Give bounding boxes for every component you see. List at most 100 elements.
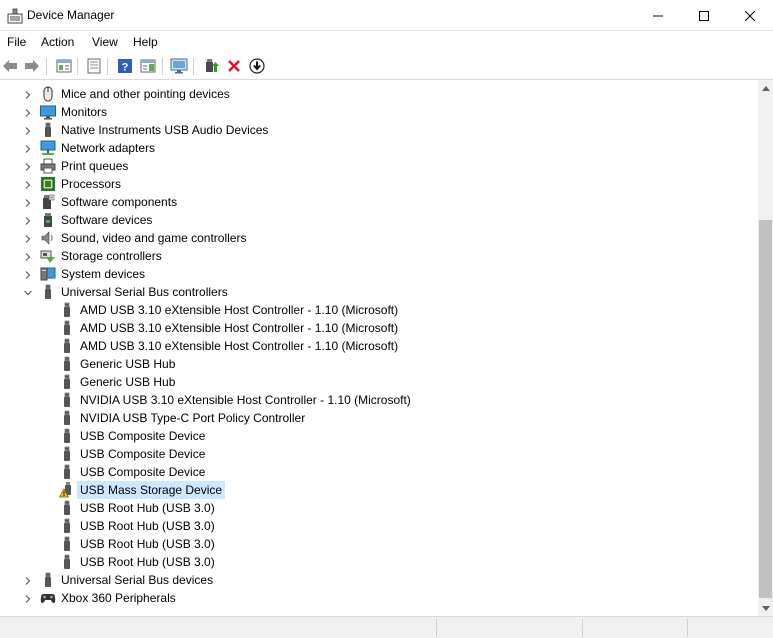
svg-text:?: ? [122,62,129,74]
tree-category[interactable]: Mice and other pointing devices [0,85,758,103]
expand-chevron-right-icon[interactable] [23,575,33,585]
expand-chevron-right-icon[interactable] [23,143,33,153]
close-icon [745,10,755,21]
scan-hardware-button[interactable] [170,57,188,75]
console-tree-icon [56,59,72,73]
usb-plug-icon [40,122,56,138]
expand-chevron-right-icon[interactable] [23,179,33,189]
tree-device[interactable]: Generic USB Hub [0,355,758,373]
tree-category[interactable]: Software components [0,193,758,211]
forward-button[interactable] [23,57,41,75]
usb-plug-icon [40,284,56,300]
menu-bar: File Action View Help [0,31,773,53]
tree-device[interactable]: AMD USB 3.10 eXtensible Host Controller … [0,301,758,319]
close-button[interactable] [727,0,773,31]
expand-chevron-right-icon[interactable] [23,125,33,135]
monitor-scan-icon [170,58,188,74]
expand-chevron-right-icon[interactable] [23,161,33,171]
tree-item-label: Universal Serial Bus controllers [61,285,228,299]
tree-item-label: Software devices [61,213,153,227]
expand-chevron-right-icon[interactable] [23,593,33,603]
tree-category[interactable]: Native Instruments USB Audio Devices [0,121,758,139]
tree-item-label: Xbox 360 Peripherals [61,591,176,605]
action-pane-button[interactable] [139,57,157,75]
tree-device[interactable]: AMD USB 3.10 eXtensible Host Controller … [0,319,758,337]
uninstall-device-button[interactable] [225,57,243,75]
expand-chevron-right-icon[interactable] [23,197,33,207]
title-bar[interactable]: Device Manager [0,0,773,31]
usb-plug-icon [59,536,75,552]
tree-category[interactable]: Monitors [0,103,758,121]
tree-device[interactable]: NVIDIA USB 3.10 eXtensible Host Controll… [0,391,758,409]
back-button[interactable] [1,57,19,75]
help-button[interactable]: ? [116,57,134,75]
menu-help[interactable]: Help [133,35,158,49]
expand-chevron-right-icon[interactable] [23,233,33,243]
tree-category[interactable]: Universal Serial Bus devices [0,571,758,589]
disable-device-button[interactable] [248,57,266,75]
show-hide-console-tree-button[interactable] [55,57,73,75]
menu-view[interactable]: View [92,35,118,49]
status-bar [0,616,773,638]
tree-item-label: USB Root Hub (USB 3.0) [80,519,215,533]
tree-device[interactable]: Generic USB Hub [0,373,758,391]
usb-plug-icon [59,356,75,372]
expand-chevron-right-icon[interactable] [23,269,33,279]
device-tree[interactable]: Mice and other pointing devices Monitors N… [0,84,758,616]
tree-item-label: USB Composite Device [80,465,206,479]
expand-chevron-down-icon[interactable] [23,287,33,297]
tree-item-label: Universal Serial Bus devices [61,573,214,587]
tree-category[interactable]: Processors [0,175,758,193]
properties-button[interactable] [85,57,103,75]
tree-category[interactable]: Software devices [0,211,758,229]
expand-chevron-right-icon[interactable] [23,215,33,225]
minimize-button[interactable] [635,0,681,31]
usb-plug-icon [59,374,75,390]
tree-device[interactable]: USB Composite Device [0,427,758,445]
chevron-up-icon [761,85,770,91]
device-manager-app-icon[interactable] [7,8,23,24]
processor-icon [40,176,56,192]
tree-device[interactable]: USB Mass Storage Device [0,481,758,499]
network-adapter-icon [40,140,56,156]
tree-category[interactable]: System devices [0,265,758,283]
tree-device[interactable]: USB Root Hub (USB 3.0) [0,517,758,535]
update-driver-button[interactable] [202,57,220,75]
tree-category[interactable]: Print queues [0,157,758,175]
tree-device[interactable]: AMD USB 3.10 eXtensible Host Controller … [0,337,758,355]
tree-device[interactable]: USB Root Hub (USB 3.0) [0,499,758,517]
tree-device[interactable]: USB Composite Device [0,445,758,463]
expand-chevron-right-icon[interactable] [23,251,33,261]
vertical-scroll-thumb[interactable] [759,220,772,598]
tree-device[interactable]: NVIDIA USB Type-C Port Policy Controller [0,409,758,427]
tree-item-label: Generic USB Hub [80,357,176,371]
usb-plug-icon [59,302,75,318]
tree-item-label: Storage controllers [61,249,162,263]
speaker-icon [40,230,56,246]
status-bar-divider [687,619,688,637]
usb-plug-icon [59,338,75,354]
tree-category[interactable]: Network adapters [0,139,758,157]
status-bar-divider [582,619,583,637]
tree-category[interactable]: Universal Serial Bus controllers [0,283,758,301]
menu-file[interactable]: File [7,35,26,49]
scroll-up-button[interactable] [758,80,773,95]
toolbar: ? [0,53,773,80]
properties-icon [87,58,101,74]
usb-plug-icon [59,410,75,426]
usb-plug-icon [59,446,75,462]
tree-device[interactable]: USB Composite Device [0,463,758,481]
tree-item-label: USB Composite Device [80,447,206,461]
tree-device[interactable]: USB Root Hub (USB 3.0) [0,553,758,571]
tree-item-label: USB Mass Storage Device [77,481,226,499]
tree-category[interactable]: Xbox 360 Peripherals [0,589,758,607]
tree-category[interactable]: Sound, video and game controllers [0,229,758,247]
scroll-down-button[interactable] [758,601,773,616]
maximize-button[interactable] [681,0,727,31]
expand-chevron-right-icon[interactable] [23,107,33,117]
menu-action[interactable]: Action [41,35,74,49]
expand-chevron-right-icon[interactable] [23,89,33,99]
tree-category[interactable]: Storage controllers [0,247,758,265]
tree-device[interactable]: USB Root Hub (USB 3.0) [0,535,758,553]
window-title: Device Manager [27,8,115,22]
